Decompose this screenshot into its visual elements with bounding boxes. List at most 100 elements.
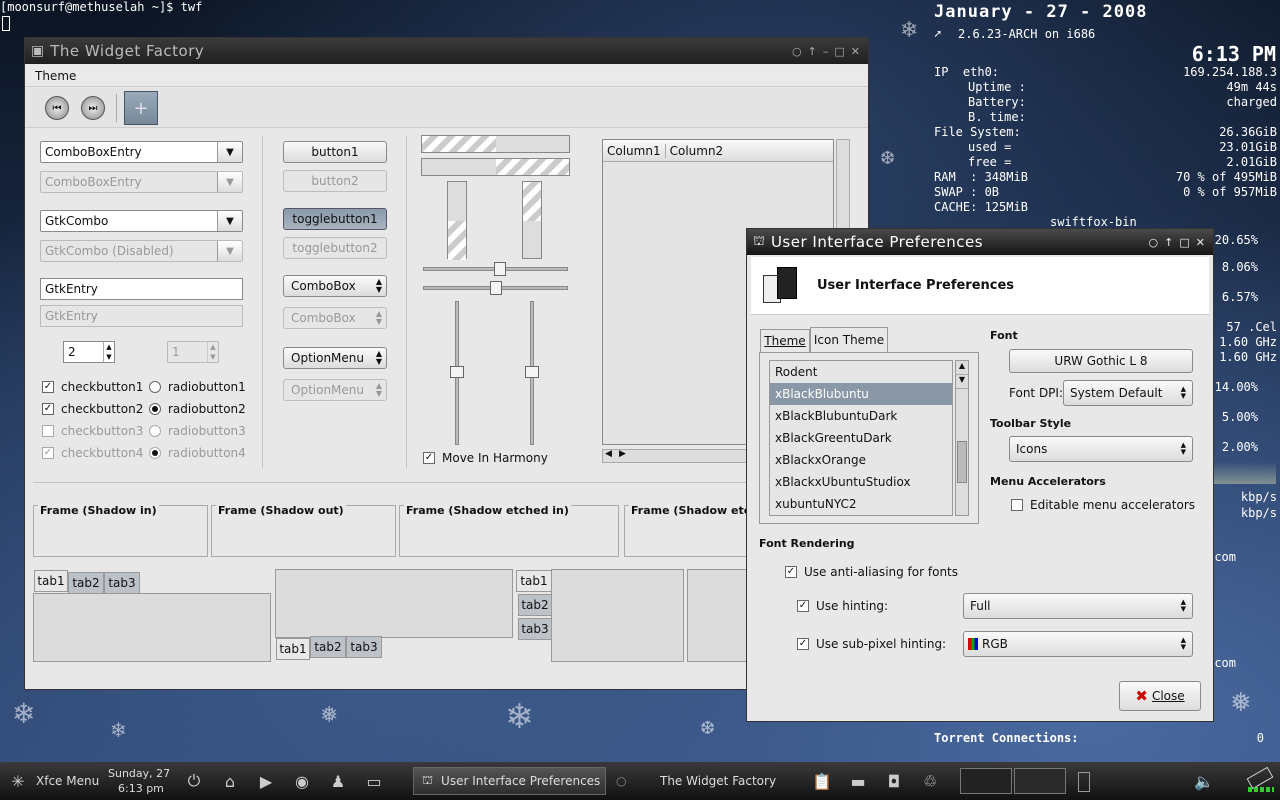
clipboard-icon[interactable]: 📋 (810, 769, 834, 793)
maximize-button[interactable]: □ (1179, 236, 1189, 249)
workspace-3[interactable] (1078, 772, 1090, 792)
hscale-2[interactable] (423, 281, 568, 295)
scroll-up-icon[interactable]: ▲ (956, 361, 968, 375)
theme-list-item[interactable]: xBlackBlubuntu (770, 383, 952, 405)
combobox[interactable]: ComboBox ▲ ▼ (283, 275, 387, 297)
menu-button[interactable]: ○ (792, 45, 802, 58)
close-button[interactable]: ✕ (851, 45, 860, 58)
add-icon[interactable]: + (124, 91, 158, 125)
scroll-down-icon[interactable]: ▼ (956, 375, 968, 389)
theme-list-item[interactable]: xBlackGreentuDark (770, 427, 952, 449)
terminal-icon[interactable]: ▭ (362, 769, 386, 793)
spin-button[interactable]: 2 ▲ ▼ (63, 341, 115, 363)
theme-list-item[interactable]: xBlackBlubuntuDark (770, 405, 952, 427)
tab2-top[interactable]: tab2 (68, 572, 104, 594)
use-hinting[interactable]: ✓ Use hinting: (797, 599, 888, 613)
radio-selected-icon[interactable] (149, 403, 161, 415)
titlebar[interactable]: ⛫ User Interface Preferences ○ ↑ □ ✕ (747, 229, 1213, 255)
hscale-1[interactable] (423, 262, 568, 276)
menu-theme[interactable]: Theme (35, 69, 76, 83)
penguin-icon[interactable]: ♟ (326, 769, 350, 793)
tab3-left[interactable]: tab3 (518, 618, 552, 640)
volume-icon[interactable]: 🔈 (1192, 769, 1216, 793)
xfce-menu[interactable]: Xfce Menu (36, 774, 99, 788)
editable-accelerators[interactable]: Editable menu accelerators (1011, 498, 1195, 512)
column1-header[interactable]: Column1 (603, 143, 666, 158)
task-widget-factory[interactable]: The Widget Factory (660, 767, 776, 795)
menu-button[interactable]: ○ (1149, 236, 1159, 249)
theme-list-item[interactable]: xBlackxUbuntuStudiox (770, 471, 952, 493)
close-dialog-button[interactable]: ✖ Close (1119, 681, 1201, 711)
checkbox-checked-icon[interactable]: ✓ (797, 638, 809, 650)
chevron-down-icon[interactable]: ▼ (217, 142, 242, 162)
checkbutton1[interactable]: ✓ checkbutton1 (42, 380, 143, 394)
tab2-bottom[interactable]: tab2 (310, 636, 346, 658)
task-ui-preferences[interactable]: ⛫ User Interface Preferences (413, 767, 606, 795)
scroll-thumb[interactable] (957, 441, 967, 483)
xfce-logo-icon[interactable]: ✳ (6, 769, 30, 793)
toolbar-style-select[interactable]: Icons ▲ ▼ (1009, 436, 1193, 462)
togglebutton1[interactable]: togglebutton1 (283, 208, 387, 230)
titlebar[interactable]: ▣ The Widget Factory ○ ↑ – □ ✕ (25, 38, 868, 64)
spin-arrows-icon[interactable]: ▲ ▼ (103, 342, 114, 362)
vscale-1[interactable] (450, 301, 464, 445)
folder-icon[interactable]: ▬ (846, 769, 870, 793)
camera-icon[interactable]: ◘ (882, 769, 906, 793)
anti-aliasing[interactable]: ✓ Use anti-aliasing for fonts (785, 565, 958, 579)
close-button[interactable]: ✕ (1196, 236, 1205, 249)
tab1-bottom[interactable]: tab1 (276, 638, 310, 660)
theme-list[interactable]: Rodent xBlackBlubuntu xBlackBlubuntuDark xB… (769, 360, 953, 516)
tab-theme[interactable]: Theme (760, 329, 810, 353)
vscale-2[interactable] (525, 301, 539, 445)
gtkcombo[interactable]: GtkCombo ▼ (40, 210, 243, 232)
checkbutton2[interactable]: ✓ checkbutton2 (42, 402, 143, 416)
minimize-button[interactable]: – (823, 45, 829, 58)
tab3-top[interactable]: tab3 (104, 572, 140, 594)
prev-icon[interactable]: ⏮ (45, 96, 69, 120)
scroll-right-icon[interactable]: ▶ (619, 449, 626, 459)
trash-icon[interactable]: ♲ (918, 769, 942, 793)
slider-handle[interactable] (450, 366, 464, 378)
browser-icon[interactable]: ◉ (290, 769, 314, 793)
workspace-1[interactable] (960, 768, 1012, 794)
move-in-harmony[interactable]: ✓ Move In Harmony (423, 451, 548, 465)
shade-button[interactable]: ↑ (808, 45, 817, 58)
radiobutton1[interactable]: radiobutton1 (149, 380, 246, 394)
tab1-top[interactable]: tab1 (34, 570, 68, 592)
combobox-entry[interactable]: ComboBoxEntry ▼ (40, 141, 243, 163)
theme-list-item[interactable]: xBlackxOrange (770, 449, 952, 471)
button1[interactable]: button1 (283, 141, 387, 163)
checkbox-checked-icon[interactable]: ✓ (42, 381, 54, 393)
tab2-left[interactable]: tab2 (518, 594, 552, 616)
shade-button[interactable]: ↑ (1164, 236, 1173, 249)
optionmenu[interactable]: OptionMenu ▲ ▼ (283, 347, 387, 369)
next-icon[interactable]: ⏭ (81, 96, 105, 120)
theme-list-scrollbar[interactable]: ▲ ▼ (955, 360, 969, 516)
subpixel-select[interactable]: RGB ▲ ▼ (963, 631, 1193, 657)
checkbox-icon[interactable] (1011, 499, 1023, 511)
font-button[interactable]: URW Gothic L 8 (1009, 349, 1193, 373)
tab3-bottom[interactable]: tab3 (346, 636, 382, 658)
checkbox-checked-icon[interactable]: ✓ (42, 403, 54, 415)
checkbox-checked-icon[interactable]: ✓ (797, 600, 809, 612)
chevron-down-icon[interactable]: ▼ (217, 211, 242, 231)
slider-handle[interactable] (525, 366, 539, 378)
checkbox-checked-icon[interactable]: ✓ (785, 566, 797, 578)
tab1-left[interactable]: tab1 (516, 570, 552, 592)
tab-icon-theme[interactable]: Icon Theme (810, 327, 888, 353)
column2-header[interactable]: Column2 (666, 144, 728, 158)
workspace-2[interactable] (1014, 768, 1066, 794)
theme-list-item[interactable]: Rodent (770, 361, 952, 383)
theme-list-item[interactable]: xubuntuNYC2 (770, 493, 952, 515)
scroll-left-icon[interactable]: ◀ (605, 449, 612, 459)
slider-handle[interactable] (494, 262, 506, 276)
slider-handle[interactable] (490, 281, 502, 295)
hinting-select[interactable]: Full ▲ ▼ (963, 593, 1193, 619)
checkbox-checked-icon[interactable]: ✓ (423, 452, 435, 464)
play-icon[interactable]: ▶ (254, 769, 278, 793)
use-subpixel-hinting[interactable]: ✓ Use sub-pixel hinting: (797, 637, 946, 651)
font-dpi-select[interactable]: System Default ▲ ▼ (1063, 380, 1193, 406)
radiobutton2[interactable]: radiobutton2 (149, 402, 246, 416)
power-icon[interactable]: ⏻ (182, 769, 206, 793)
gtkentry[interactable]: GtkEntry (40, 278, 243, 300)
